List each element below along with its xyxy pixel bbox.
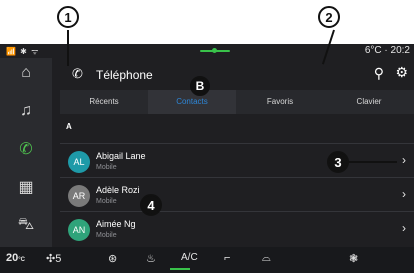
apps-grid-icon[interactable]: ▦ xyxy=(0,172,52,202)
side-nav: ⌂ ♫ ✆ ▦ ⛍ xyxy=(0,58,52,247)
contact-row[interactable]: AR Adèle Rozi Mobile › xyxy=(60,177,414,212)
defrost-icon[interactable]: ⌓ xyxy=(262,252,271,265)
callout-3: 3 xyxy=(327,151,349,173)
contact-name: Aimée Ng xyxy=(96,219,136,229)
climate-bar: 20°C ✣5 ⊛ ♨ A/C ⌐ ⌓ ❃ xyxy=(0,247,414,273)
ventilation-icon[interactable]: ❃ xyxy=(349,252,358,265)
fan-speed[interactable]: ✣5 xyxy=(46,252,61,265)
tab-contacts[interactable]: Contacts xyxy=(148,90,236,114)
tab-bar: Récents Contacts Favoris Clavier xyxy=(60,90,414,114)
contact-type: Mobile xyxy=(96,198,117,205)
gear-icon[interactable]: ⚙ xyxy=(395,64,408,81)
signal-icons: 📶 ✱ ᯤ xyxy=(6,47,40,56)
seat-heat-level xyxy=(170,268,190,270)
index-letter: A xyxy=(66,122,72,131)
callout-3-leader xyxy=(349,161,397,163)
phone-icon: ✆ xyxy=(72,66,83,81)
steering-heat-icon[interactable]: ⊛ xyxy=(108,252,117,265)
avatar: AR xyxy=(68,185,90,207)
contact-type: Mobile xyxy=(96,232,117,239)
tab-favoris[interactable]: Favoris xyxy=(236,90,324,114)
contact-name: Abigail Lane xyxy=(96,151,146,161)
car-icon[interactable]: ⛍ xyxy=(0,210,52,240)
page-indicator xyxy=(200,48,230,53)
tab-recents[interactable]: Récents xyxy=(60,90,148,114)
callout-2: 2 xyxy=(318,6,340,28)
chevron-right-icon[interactable]: › xyxy=(402,153,406,167)
temperature-time: 6°C · 20:2 xyxy=(364,45,410,56)
status-bar: 📶 ✱ ᯤ 6°C · 20:2 xyxy=(0,44,414,58)
temperature-left[interactable]: 20°C xyxy=(6,252,25,264)
phone-nav-icon[interactable]: ✆ xyxy=(0,134,52,164)
search-icon[interactable]: ⚲ xyxy=(374,65,384,82)
callout-1: 1 xyxy=(57,6,79,28)
ac-button[interactable]: A/C xyxy=(181,252,198,263)
music-icon[interactable]: ♫ xyxy=(0,96,52,126)
chevron-right-icon[interactable]: › xyxy=(402,187,406,201)
tab-clavier[interactable]: Clavier xyxy=(324,90,414,114)
avatar: AN xyxy=(68,219,90,241)
chevron-right-icon[interactable]: › xyxy=(402,221,406,235)
avatar: AL xyxy=(68,151,90,173)
home-icon[interactable]: ⌂ xyxy=(0,58,52,88)
app-header: ✆ Téléphone ⚲ ⚙ xyxy=(60,58,414,88)
contact-type: Mobile xyxy=(96,164,117,171)
seat-icon[interactable]: ⌐ xyxy=(224,252,230,264)
seat-heat-icon[interactable]: ♨ xyxy=(146,252,156,265)
callout-4: 4 xyxy=(140,194,162,216)
callout-1-leader xyxy=(67,30,69,66)
page-title: Téléphone xyxy=(96,68,153,82)
contact-row[interactable]: AN Aimée Ng Mobile › xyxy=(60,211,414,246)
contact-name: Adèle Rozi xyxy=(96,185,140,195)
callout-b: B xyxy=(190,76,210,96)
